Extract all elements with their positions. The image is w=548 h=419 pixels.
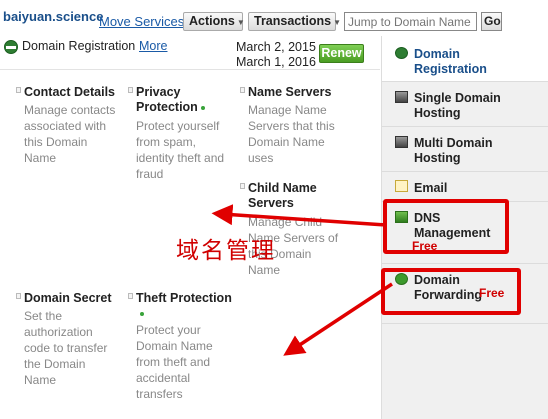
bullet-icon bbox=[16, 87, 21, 93]
bullet-icon bbox=[240, 87, 245, 93]
feature-title[interactable]: Name Servers bbox=[248, 85, 331, 100]
expiration-date: March 1, 2016 bbox=[236, 55, 316, 69]
arrow-forwarding bbox=[283, 282, 393, 356]
top-bar: baiyuan.science Move Services Actions ▼ T… bbox=[0, 0, 548, 36]
feature-title[interactable]: Domain Secret bbox=[24, 291, 112, 306]
actions-label: Actions bbox=[189, 14, 235, 28]
feature-title[interactable]: Privacy Protection bbox=[136, 85, 205, 115]
sidebar-item-single-domain-hosting[interactable]: Single Domain Hosting bbox=[382, 82, 548, 127]
registration-label: Domain Registration bbox=[22, 39, 136, 53]
annotation-box-forwarding bbox=[381, 268, 521, 315]
jump-to-domain-input[interactable] bbox=[344, 12, 477, 31]
globe-icon bbox=[395, 47, 408, 59]
transactions-label: Transactions bbox=[254, 14, 332, 28]
feature-desc: Manage contacts associated with this Domai… bbox=[24, 103, 116, 165]
feature-desc: Protect yourself from spam, identity theft… bbox=[136, 119, 225, 181]
go-button[interactable]: Go bbox=[481, 12, 502, 31]
feature-privacy-protection[interactable]: Privacy Protection Protect yourself from s… bbox=[128, 85, 233, 185]
sidebar-item-label: Email bbox=[414, 181, 448, 195]
feature-title[interactable]: Theft Protection bbox=[136, 291, 232, 306]
feature-title[interactable]: Contact Details bbox=[24, 85, 115, 100]
feature-title[interactable]: Child Name Servers bbox=[248, 181, 317, 211]
sidebar-item-label: Single Domain Hosting bbox=[414, 91, 501, 120]
annotation-label: 域名管理 bbox=[176, 238, 276, 264]
feature-desc: Set the authorization code to transfer the … bbox=[24, 309, 108, 387]
bullet-icon bbox=[128, 293, 133, 299]
feature-desc: Protect your Domain Name from theft and acc… bbox=[136, 323, 213, 401]
sidebar-item-label: Multi Domain Hosting bbox=[414, 136, 493, 165]
domain-registration-row: Domain Registration More March 2, 2015 M… bbox=[0, 36, 380, 70]
server-icon bbox=[395, 136, 408, 148]
move-services-link[interactable]: Move Services bbox=[99, 14, 184, 29]
feature-name-servers[interactable]: Name Servers Manage Name Servers that thi… bbox=[240, 85, 350, 175]
sidebar-item-domain-registration[interactable]: Domain Registration bbox=[382, 36, 548, 82]
annotation-box-dns bbox=[383, 199, 509, 254]
transactions-dropdown[interactable]: Transactions ▼ bbox=[248, 12, 341, 31]
sidebar-item-label: Domain Registration bbox=[414, 47, 487, 76]
chevron-down-icon: ▼ bbox=[236, 18, 245, 27]
sidebar-item-multi-domain-hosting[interactable]: Multi Domain Hosting bbox=[382, 127, 548, 172]
registration-date: March 2, 2015 bbox=[236, 40, 316, 54]
status-dot-icon bbox=[200, 105, 205, 110]
feature-desc: Manage Name Servers that this Domain Name u… bbox=[248, 103, 335, 165]
feature-contact-details[interactable]: Contact Details Manage contacts associate… bbox=[16, 85, 121, 175]
server-icon bbox=[395, 91, 408, 103]
globe-icon bbox=[4, 40, 18, 54]
renew-button[interactable]: Renew bbox=[319, 44, 364, 63]
chevron-down-icon: ▼ bbox=[333, 18, 342, 27]
feature-domain-secret[interactable]: Domain Secret Set the authorization code t… bbox=[16, 291, 121, 391]
bullet-icon bbox=[240, 183, 245, 189]
bullet-icon bbox=[16, 293, 21, 299]
more-link[interactable]: More bbox=[139, 39, 167, 53]
status-dot-icon bbox=[140, 312, 144, 316]
domain-name[interactable]: baiyuan.science bbox=[3, 9, 103, 24]
bullet-icon bbox=[128, 87, 133, 93]
sidebar-item-email[interactable]: Email bbox=[382, 172, 548, 202]
feature-theft-protection[interactable]: Theft Protection Protect your Domain Name… bbox=[128, 291, 238, 406]
mail-icon bbox=[395, 180, 408, 192]
actions-dropdown[interactable]: Actions ▼ bbox=[183, 12, 245, 31]
